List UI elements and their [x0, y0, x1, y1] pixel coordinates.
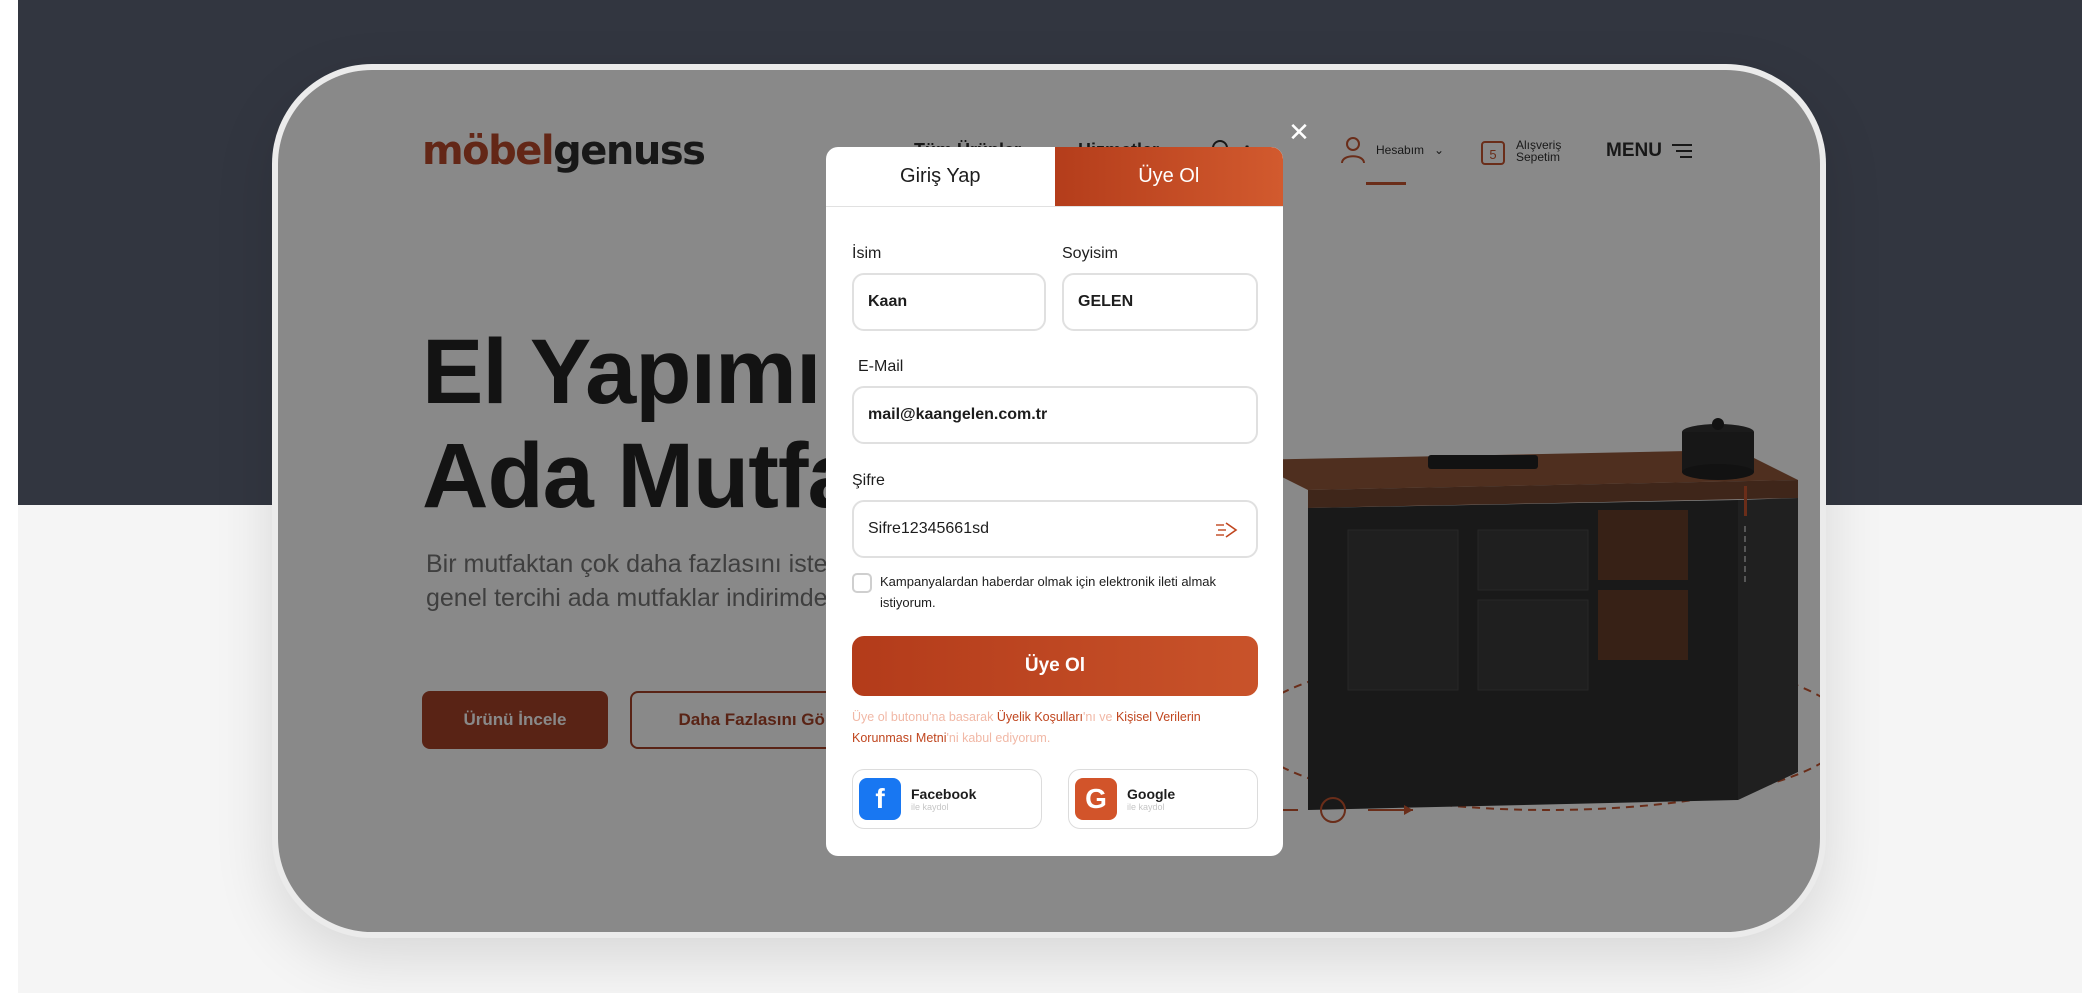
- first-name-field[interactable]: Kaan: [852, 273, 1046, 331]
- auth-tabs: Giriş Yap Üye Ol: [826, 147, 1283, 207]
- password-value: Sifre12345661sd: [868, 520, 989, 537]
- tab-register[interactable]: Üye Ol: [1054, 147, 1283, 206]
- terms-mid: 'nı ve: [1082, 710, 1116, 724]
- google-icon: G: [1075, 778, 1117, 820]
- page-margin-right: [2082, 0, 2100, 993]
- newsletter-checkbox[interactable]: [852, 573, 872, 593]
- google-sublabel: ile kaydol: [1127, 802, 1165, 812]
- register-modal: Giriş Yap Üye Ol İsim Kaan Soyisim GELEN…: [826, 147, 1283, 856]
- facebook-sublabel: ile kaydol: [911, 802, 949, 812]
- membership-terms-link[interactable]: Üyelik Koşulları: [997, 710, 1083, 724]
- facebook-label: Facebook: [911, 786, 977, 802]
- newsletter-checkbox-label: Kampanyalardan haberdar olmak için elekt…: [880, 574, 1217, 610]
- page-margin-left: [0, 0, 18, 993]
- show-password-icon[interactable]: [1214, 521, 1238, 539]
- google-signup-button[interactable]: G Google ile kaydol: [1068, 769, 1258, 829]
- email-field[interactable]: mail@kaangelen.com.tr: [852, 386, 1258, 444]
- password-field[interactable]: Sifre12345661sd: [852, 500, 1258, 558]
- terms-text: Üye ol butonu'na basarak Üyelik Koşullar…: [852, 707, 1262, 749]
- last-name-label: Soyisim: [1062, 245, 1119, 262]
- first-name-label: İsim: [852, 245, 882, 262]
- register-submit-button[interactable]: Üye Ol: [852, 636, 1258, 696]
- email-label: E-Mail: [858, 358, 904, 375]
- facebook-signup-button[interactable]: f Facebook ile kaydol: [852, 769, 1042, 829]
- close-icon[interactable]: ✕: [1286, 120, 1312, 146]
- password-label: Şifre: [852, 472, 885, 489]
- tab-login[interactable]: Giriş Yap: [826, 147, 1055, 206]
- facebook-icon: f: [859, 778, 901, 820]
- google-label: Google: [1127, 786, 1176, 802]
- last-name-field[interactable]: GELEN: [1062, 273, 1258, 331]
- terms-post: 'ni kabul ediyorum.: [946, 731, 1051, 745]
- terms-pre: Üye ol butonu'na basarak: [852, 710, 997, 724]
